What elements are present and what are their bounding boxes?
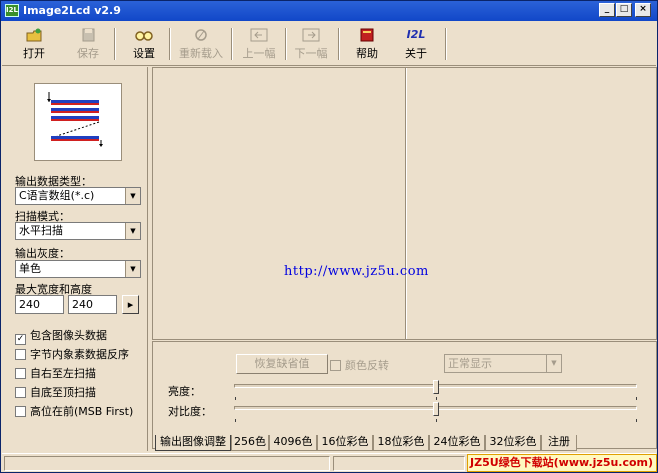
save-label: 保存: [77, 47, 99, 60]
settings-button[interactable]: 设置: [124, 26, 164, 62]
gray-level-select[interactable]: 单色 ▼: [15, 260, 141, 278]
gray-level-value: 单色: [19, 262, 41, 275]
msb-first-checkbox[interactable]: 高位在前(MSB First): [15, 405, 133, 419]
help-button[interactable]: 帮助: [347, 26, 387, 62]
prev-image-button[interactable]: 上一幅: [238, 26, 280, 62]
canvas-divider: [405, 68, 407, 339]
scan-mode-preview: [34, 83, 122, 161]
reverse-byte-pixels-checkbox[interactable]: 字节内象素数据反序: [15, 348, 129, 362]
tab-4096-color[interactable]: 4096色: [269, 435, 317, 451]
minimize-button[interactable]: _: [599, 3, 615, 17]
include-header-checkbox[interactable]: ✓ 包含图像头数据: [15, 329, 107, 345]
save-button[interactable]: 保存: [68, 26, 108, 62]
open-folder-icon: [24, 27, 44, 43]
msb-first-label: 高位在前(MSB First): [30, 405, 134, 418]
chevron-down-icon[interactable]: ▼: [125, 223, 140, 239]
scan-direction-diagram-icon: [47, 92, 103, 147]
about-label: 关于: [405, 47, 427, 60]
next-image-button[interactable]: 下一幅: [290, 26, 332, 62]
output-type-select[interactable]: C语言数组(*.c) ▼: [15, 187, 141, 205]
app-icon: I2L: [5, 4, 19, 17]
display-mode-value: 正常显示: [448, 357, 492, 370]
reload-label: 重新载入: [179, 47, 223, 60]
close-button[interactable]: ×: [635, 3, 651, 17]
adjust-panel: 恢复缺省值 颜色反转 正常显示 ▼ 亮度： 对比度：: [152, 341, 657, 449]
about-i2l-icon: I2L: [406, 28, 426, 41]
tab-16bit-color[interactable]: 16位彩色: [317, 435, 373, 451]
maximize-button[interactable]: □: [616, 3, 632, 17]
download-site-watermark: JZ5U绿色下载站(www.jz5u.com): [467, 454, 657, 472]
brightness-label: 亮度：: [168, 385, 201, 398]
gray-level-label: 输出灰度：: [15, 247, 70, 260]
next-arrow-icon: [301, 27, 321, 43]
reload-icon: [191, 27, 211, 43]
tab-output-adjust[interactable]: 输出图像调整: [155, 435, 231, 451]
chevron-down-icon[interactable]: ▼: [546, 355, 561, 372]
brightness-ticks: [235, 397, 637, 400]
chevron-down-icon[interactable]: ▼: [125, 188, 140, 204]
right-to-left-checkbox[interactable]: 自右至左扫描: [15, 367, 96, 381]
contrast-label: 对比度：: [168, 405, 212, 418]
invert-color-label: 颜色反转: [345, 359, 389, 372]
max-width-input[interactable]: 240: [15, 295, 64, 314]
tab-24bit-color[interactable]: 24位彩色: [429, 435, 485, 451]
tab-256-color[interactable]: 256色: [231, 435, 269, 451]
status-pane-middle: [333, 456, 465, 471]
settings-label: 设置: [133, 47, 155, 60]
max-height-input[interactable]: 240: [68, 295, 117, 314]
apply-size-button[interactable]: ▸: [122, 295, 139, 314]
invert-color-checkbox[interactable]: 颜色反转: [330, 357, 389, 373]
settings-panel: 输出数据类型： C语言数组(*.c) ▼ 扫描模式： 水平扫描 ▼ 输出灰度： …: [2, 67, 148, 451]
tab-32bit-color[interactable]: 32位彩色: [485, 435, 541, 451]
open-button[interactable]: 打开: [14, 26, 54, 62]
glasses-icon: [134, 27, 154, 43]
brightness-slider-thumb[interactable]: [432, 380, 439, 394]
output-type-value: C语言数组(*.c): [19, 189, 95, 202]
chevron-down-icon[interactable]: ▼: [125, 261, 140, 277]
url-watermark: http://www.jz5u.com: [284, 264, 429, 279]
include-header-label: 包含图像头数据: [30, 329, 107, 342]
status-pane-left: [4, 456, 330, 471]
window-title: Image2Lcd v2.9: [23, 4, 121, 17]
restore-defaults-button[interactable]: 恢复缺省值: [236, 354, 328, 374]
scan-mode-select[interactable]: 水平扫描 ▼: [15, 222, 141, 240]
tab-register[interactable]: 注册: [541, 435, 577, 451]
about-button[interactable]: I2L 关于: [396, 26, 436, 62]
title-bar[interactable]: I2L Image2Lcd v2.9 _ □ ×: [1, 1, 657, 21]
bottom-to-top-checkbox[interactable]: 自底至顶扫描: [15, 386, 96, 400]
prev-arrow-icon: [249, 27, 269, 43]
save-disk-icon: [78, 27, 98, 43]
contrast-slider-thumb[interactable]: [432, 402, 439, 416]
help-book-icon: [357, 27, 377, 43]
scan-mode-value: 水平扫描: [19, 224, 63, 237]
prev-image-label: 上一幅: [242, 47, 276, 60]
help-label: 帮助: [356, 47, 378, 60]
checkmark-icon: ✓: [15, 334, 26, 345]
open-label: 打开: [23, 47, 45, 60]
right-to-left-label: 自右至左扫描: [30, 367, 96, 380]
tab-18bit-color[interactable]: 18位彩色: [373, 435, 429, 451]
app-window: I2L Image2Lcd v2.9 _ □ × 打开 保存 设置 重新载入 上…: [0, 0, 658, 473]
image-canvas: http://www.jz5u.com: [152, 67, 657, 340]
bottom-to-top-label: 自底至顶扫描: [30, 386, 96, 399]
contrast-ticks: [235, 419, 637, 422]
toolbar: 打开 保存 设置 重新载入 上一幅 下一幅 帮助 I2L 关于: [2, 22, 656, 66]
reverse-byte-pixels-label: 字节内象素数据反序: [30, 348, 129, 361]
reload-button[interactable]: 重新载入: [176, 26, 226, 62]
display-mode-select[interactable]: 正常显示 ▼: [444, 354, 562, 373]
next-image-label: 下一幅: [294, 47, 328, 60]
